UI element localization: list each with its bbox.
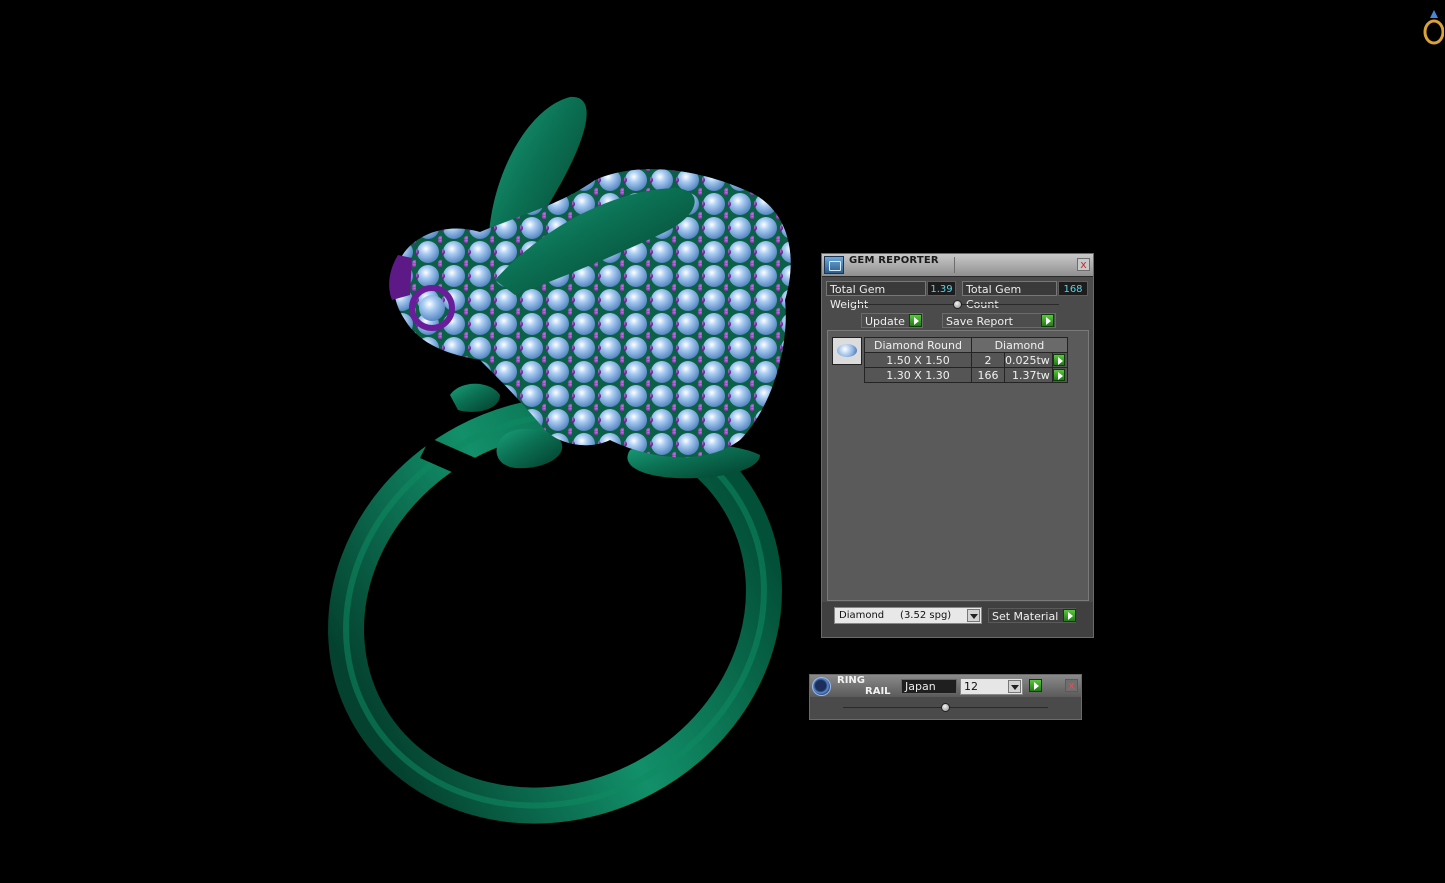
ring-size-standard-field[interactable]: Japan (901, 679, 957, 694)
ring-size-value: 12 (964, 680, 978, 693)
go-arrow-icon[interactable] (1052, 354, 1065, 366)
gem-reporter-titlebar[interactable]: GEM REPORTER x (822, 254, 1093, 277)
gem-count-cell: 166 (971, 367, 1005, 383)
set-material-button[interactable]: Set Material (988, 608, 1076, 623)
update-button[interactable]: Update (861, 313, 923, 328)
gem-weight-cell: 1.37tw (1004, 367, 1053, 383)
table-row[interactable]: 1.50 X 1.50 2 0.025tw (864, 352, 1068, 368)
row-select-button[interactable] (1051, 352, 1068, 368)
shape-column-header: Diamond Round (864, 337, 972, 353)
go-arrow-icon[interactable] (1041, 314, 1054, 327)
chevron-down-icon[interactable] (1008, 680, 1021, 693)
gem-reporter-panel: GEM REPORTER x Total Gem Weight 1.39 Tot… (821, 253, 1094, 638)
ring-rail-panel: RING RAIL Japan 12 x (809, 674, 1082, 720)
ring-rail-title-line1: RING (837, 675, 865, 686)
close-icon[interactable]: x (1065, 679, 1078, 692)
total-gem-weight-value: 1.39 (927, 281, 956, 296)
material-column-header: Diamond (971, 337, 1068, 353)
gem-weight-cell: 0.025tw (1004, 352, 1053, 368)
ring-rail-title: RING RAIL (837, 675, 891, 697)
go-arrow-icon[interactable] (1063, 609, 1076, 622)
ring-rail-icon (812, 677, 831, 696)
total-gem-count-value: 168 (1058, 281, 1088, 296)
ring-rail-title-line2: RAIL (865, 686, 891, 697)
total-gem-weight-label: Total Gem Weight (826, 281, 926, 311)
set-material-label: Set Material (992, 610, 1059, 623)
gem-thumbnail-icon[interactable] (832, 337, 862, 365)
titlebar-separator (954, 257, 955, 273)
3d-viewport[interactable] (0, 0, 1445, 883)
update-button-label: Update (865, 315, 905, 328)
ring-model[interactable] (0, 0, 1445, 883)
ring-size-select[interactable]: 12 (960, 678, 1023, 695)
gem-size-cell: 1.50 X 1.50 (864, 352, 972, 368)
gem-list[interactable]: Diamond Round Diamond 1.50 X 1.50 2 0.02… (827, 330, 1089, 601)
save-report-label: Save Report (946, 315, 1013, 328)
row-select-button[interactable] (1051, 367, 1068, 383)
go-arrow-icon[interactable] (909, 314, 922, 327)
go-arrow-icon[interactable] (1029, 679, 1042, 692)
close-icon[interactable]: x (1077, 258, 1090, 271)
gem-count-cell: 2 (971, 352, 1005, 368)
gem-table-header: Diamond Round Diamond (864, 337, 1068, 353)
gem-reporter-icon (824, 256, 844, 274)
go-arrow-icon[interactable] (1052, 369, 1065, 381)
material-select[interactable]: Diamond (3.52 spg) (834, 607, 982, 624)
table-row[interactable]: 1.30 X 1.30 166 1.37tw (864, 367, 1068, 383)
panel-title: GEM REPORTER (849, 255, 939, 266)
ring-logo-icon (1423, 10, 1444, 45)
total-gem-count-label: Total Gem Count (962, 281, 1057, 311)
gem-table: Diamond Round Diamond 1.50 X 1.50 2 0.02… (864, 337, 1068, 383)
material-select-value: Diamond (3.52 spg) (839, 610, 952, 621)
gem-size-cell: 1.30 X 1.30 (864, 367, 972, 383)
slider-knob[interactable] (953, 300, 962, 309)
slider-knob[interactable] (941, 703, 950, 712)
save-report-button[interactable]: Save Report (942, 313, 1056, 328)
chevron-down-icon[interactable] (967, 609, 980, 622)
